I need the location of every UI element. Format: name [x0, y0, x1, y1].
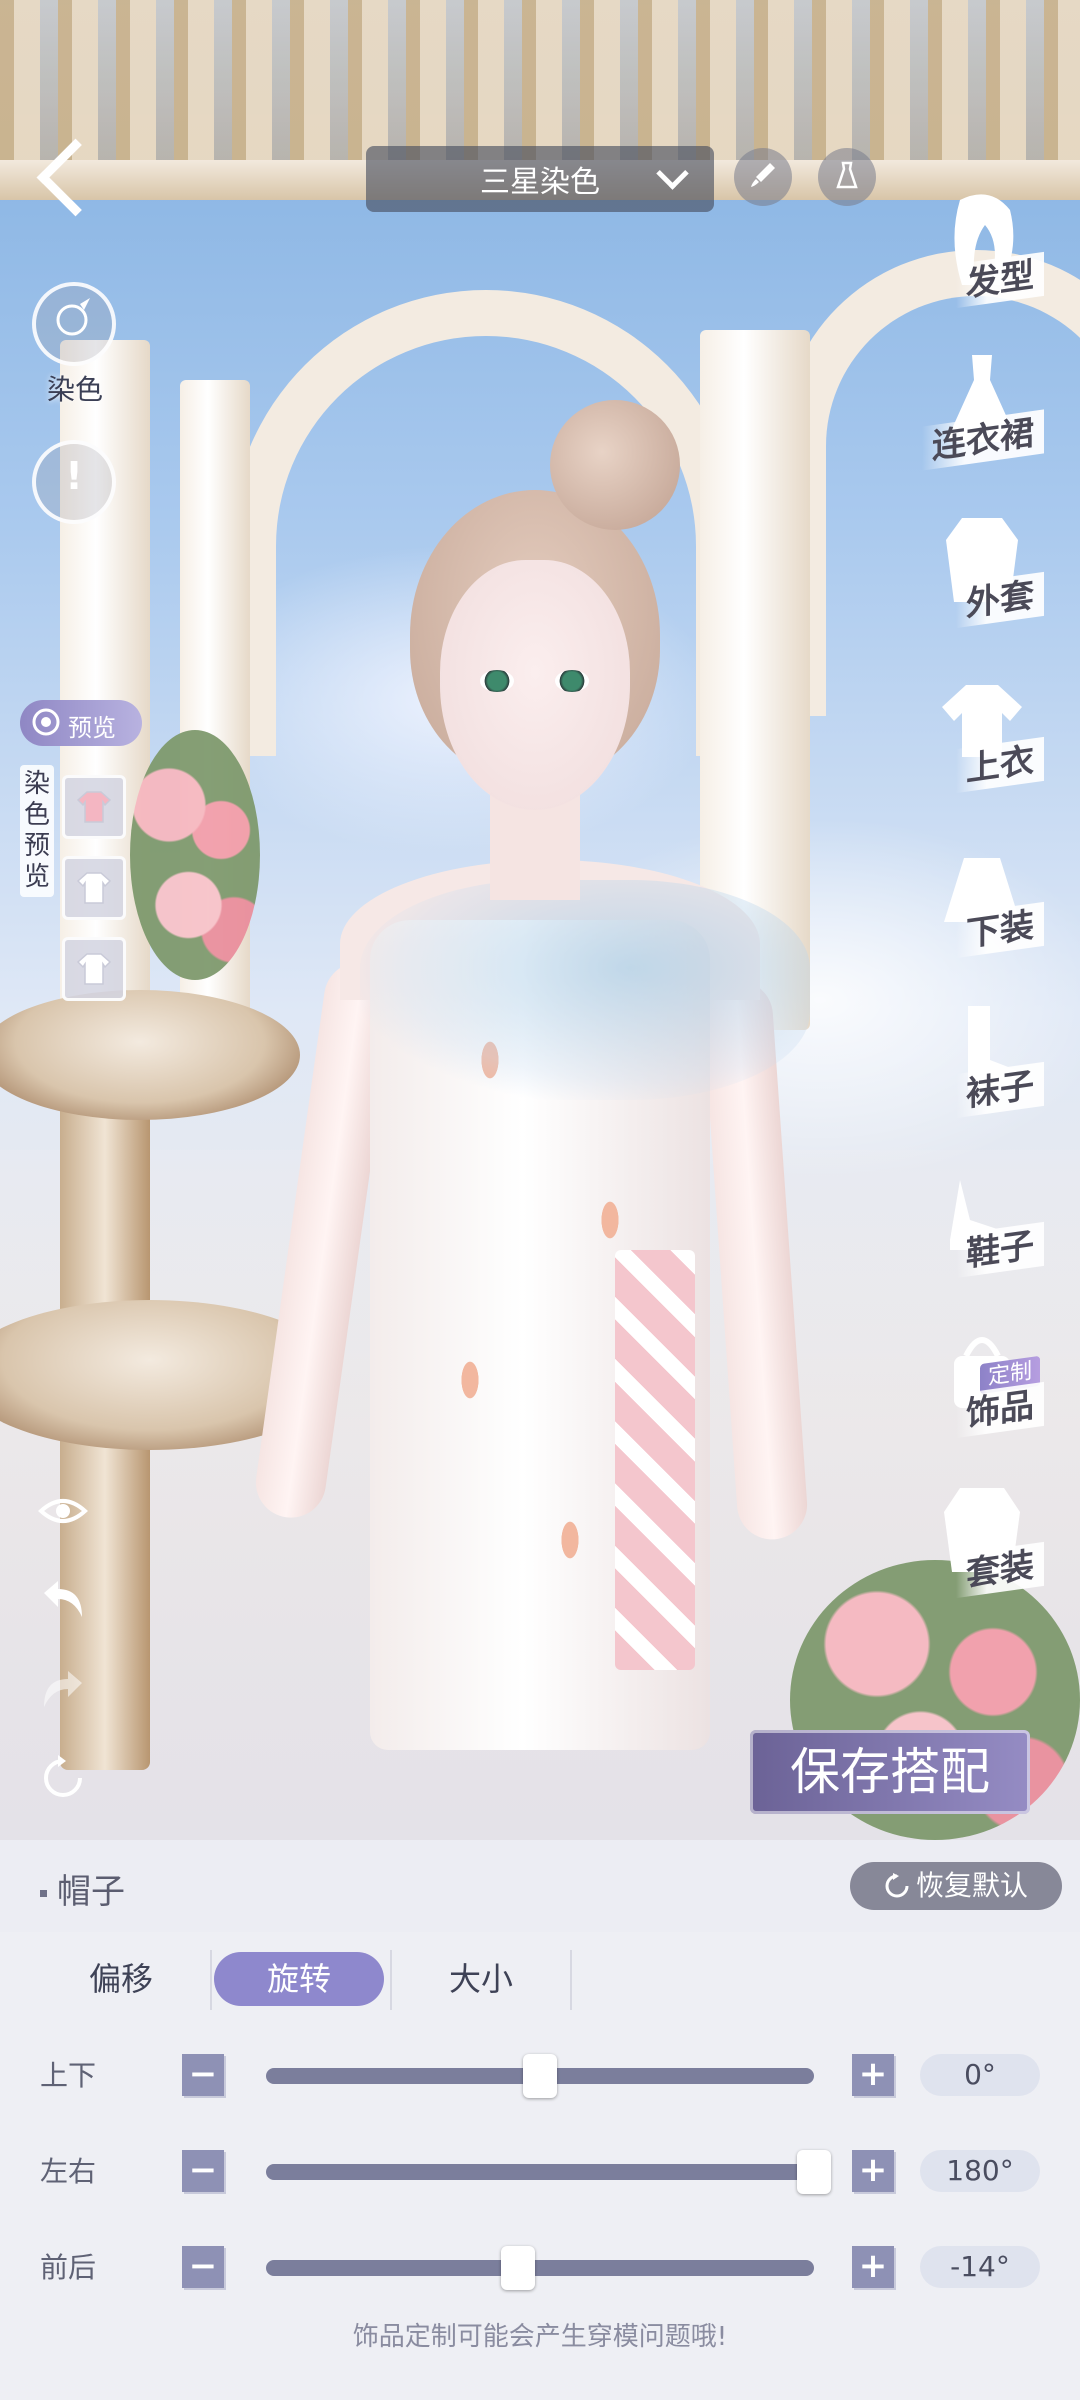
shirt-icon — [77, 791, 111, 823]
category-suit[interactable]: 套装 — [890, 1480, 1060, 1630]
slider-label-depth: 前后 — [40, 2251, 97, 2284]
character-model[interactable] — [250, 400, 810, 1840]
rose-cluster — [130, 730, 260, 980]
value-readout: -14° — [920, 2246, 1040, 2288]
undo-icon — [44, 1581, 82, 1617]
preview-eye-icon — [32, 708, 60, 736]
hair-bun — [550, 400, 680, 530]
slider-thumb[interactable] — [501, 2246, 536, 2290]
dress-outline-icon — [818, 160, 876, 197]
dye-swatch-3[interactable] — [62, 937, 126, 1001]
tab-rotate[interactable]: 旋转 — [214, 1952, 384, 2006]
title-bullet — [40, 1890, 47, 1897]
category-hair[interactable]: 发型 — [890, 190, 1060, 340]
reset-view-button[interactable] — [28, 1750, 98, 1820]
slider-track-horizontal[interactable] — [266, 2150, 831, 2194]
value-readout: 0° — [920, 2054, 1040, 2096]
slider-label-horizontal: 左右 — [40, 2155, 97, 2188]
palette-brush-icon — [36, 296, 112, 349]
info-button[interactable]: ! — [32, 440, 116, 524]
preview-label: 预览 — [68, 714, 116, 742]
restore-default-label: 恢复默认 — [915, 1869, 1028, 1902]
redo-icon — [44, 1671, 82, 1707]
category-socks[interactable]: 袜子 — [890, 1000, 1060, 1150]
tab-divider — [210, 1950, 212, 2010]
decrease-button[interactable]: − — [182, 2150, 224, 2192]
decrease-button[interactable]: − — [182, 2246, 224, 2288]
tab-divider — [570, 1950, 572, 2010]
panel-header: 帽子 恢复默认 — [0, 1840, 1080, 1932]
slider-track-depth[interactable] — [266, 2246, 814, 2290]
category-shoe[interactable]: 鞋子 — [890, 1160, 1060, 1310]
pearl-shawl — [360, 880, 810, 1100]
increase-button[interactable]: + — [852, 2246, 894, 2288]
shirt-icon — [77, 872, 111, 904]
shirt-icon — [77, 953, 111, 985]
tab-offset[interactable]: 偏移 — [36, 1952, 206, 2006]
eye-toggle-button[interactable] — [28, 1480, 98, 1550]
back-button[interactable] — [30, 125, 115, 225]
dye-mode-label: 三星染色 — [480, 165, 600, 200]
dye-swatch-2[interactable] — [62, 856, 126, 920]
brush-button[interactable] — [734, 148, 792, 206]
brush-icon — [734, 160, 792, 197]
footer-note: 饰品定制可能会产生穿模问题哦! — [352, 2322, 728, 2352]
preview-button[interactable]: 预览 — [20, 700, 142, 746]
tab-size[interactable]: 大小 — [396, 1952, 566, 2006]
face — [440, 560, 630, 810]
reset-icon — [885, 1873, 909, 1898]
dye-mode-select[interactable]: 三星染色 — [366, 146, 714, 212]
eye — [555, 670, 589, 692]
dye-label: 染色 — [46, 373, 103, 406]
eye — [480, 670, 514, 692]
category-skirt[interactable]: 下装 — [890, 840, 1060, 990]
dress-panel — [615, 1250, 695, 1670]
panel-title: 帽子 — [40, 1864, 125, 1913]
category-coat[interactable]: 外套 — [890, 510, 1060, 660]
chevron-down-icon — [656, 157, 689, 190]
decrease-button[interactable]: − — [182, 2054, 224, 2096]
dye-swatch-1[interactable] — [62, 775, 126, 839]
save-outfit-button[interactable]: 保存搭配 — [750, 1730, 1030, 1814]
dye-preview-label: 染色预览 — [20, 765, 54, 897]
outfit-button[interactable] — [818, 148, 876, 206]
category-accessory[interactable]: 定制 饰品 — [890, 1320, 1060, 1470]
undo-button[interactable] — [28, 1570, 98, 1640]
dye-button[interactable] — [32, 282, 116, 366]
restore-default-button[interactable]: 恢复默认 — [850, 1862, 1062, 1910]
rotate-icon — [44, 1755, 82, 1797]
slider-thumb[interactable] — [523, 2054, 557, 2098]
redo-button[interactable] — [28, 1660, 98, 1730]
increase-button[interactable]: + — [852, 2150, 894, 2192]
eye-icon — [38, 1499, 88, 1523]
value-readout: 180° — [920, 2150, 1040, 2192]
tab-divider — [390, 1950, 392, 2010]
slider-track-vertical[interactable] — [266, 2054, 814, 2098]
increase-button[interactable]: + — [852, 2054, 894, 2096]
category-dress[interactable]: 连衣裙 — [890, 350, 1060, 500]
slider-thumb[interactable] — [797, 2150, 831, 2194]
category-top[interactable]: 上衣 — [890, 675, 1060, 825]
slider-label-vertical: 上下 — [40, 2059, 97, 2092]
exclamation-icon: ! — [65, 454, 83, 498]
back-arrow-icon — [36, 138, 115, 217]
panel-title-text: 帽子 — [57, 1872, 125, 1912]
